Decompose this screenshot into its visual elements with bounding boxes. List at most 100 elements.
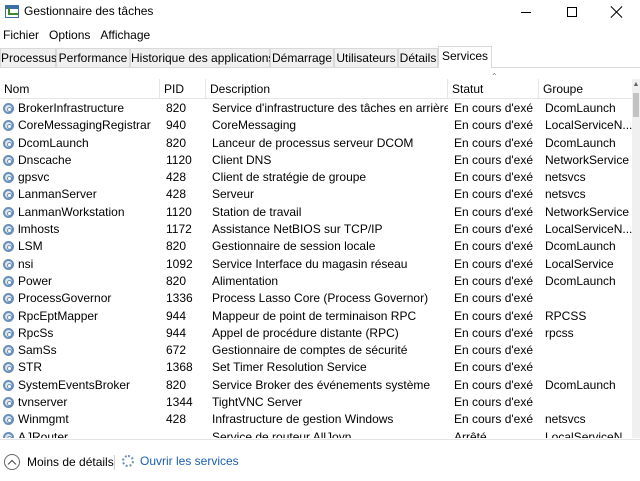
table-row[interactable]: nsi 1092 Service Interface du magasin rése… xyxy=(0,256,632,273)
less-details-button[interactable]: Moins de détails xyxy=(4,454,114,470)
chevron-up-icon xyxy=(4,454,20,470)
footer-bar: Moins de détails Ouvrir les services xyxy=(0,439,640,481)
service-gear-icon xyxy=(3,206,14,218)
table-row[interactable]: STR 1368 Set Timer Resolution Service En co… xyxy=(0,359,632,376)
service-status: Arrêté xyxy=(454,429,487,438)
footer-divider xyxy=(114,455,115,470)
service-description: Appel de procédure distante (RPC) xyxy=(212,325,399,340)
column-header-pid[interactable]: PID xyxy=(160,79,206,99)
service-name: ProcessGovernor xyxy=(18,291,112,306)
tab-performance[interactable]: Performance xyxy=(56,48,130,67)
service-pid: 1368 xyxy=(166,360,193,375)
service-gear-icon xyxy=(3,345,14,357)
service-pid: 820 xyxy=(166,101,187,115)
table-row[interactable]: DcomLaunch 820 Lanceur de processus serveu… xyxy=(0,135,632,152)
service-name: LSM xyxy=(18,239,43,254)
service-status: En cours d'exé... xyxy=(454,204,534,219)
service-pid: 428 xyxy=(166,187,187,202)
service-pid: 944 xyxy=(166,325,187,340)
service-name: STR xyxy=(18,360,42,375)
service-pid: 428 xyxy=(166,412,187,427)
service-name: CoreMessagingRegistrar xyxy=(18,118,151,133)
table-row[interactable]: gpsvc 428 Client de stratégie de groupe En … xyxy=(0,169,632,186)
minimize-button[interactable] xyxy=(503,0,549,24)
service-gear-icon xyxy=(3,310,14,322)
service-gear-icon xyxy=(3,379,14,391)
table-row[interactable]: BrokerInfrastructure 820 Service d'infrast… xyxy=(0,100,632,117)
scrollbar-thumb[interactable] xyxy=(633,93,639,117)
service-name: Power xyxy=(18,273,53,288)
service-group: DcomLaunch xyxy=(545,239,616,254)
service-description: Mappeur de point de terminaison RPC xyxy=(212,308,417,323)
tab-details[interactable]: Détails xyxy=(398,48,438,67)
service-description: Assistance NetBIOS sur TCP/IP xyxy=(212,222,383,237)
table-row[interactable]: SystemEventsBroker 820 Service Broker des … xyxy=(0,377,632,394)
table-row[interactable]: LanmanServer 428 Serveur En cours d'exé... n… xyxy=(0,186,632,203)
close-button[interactable] xyxy=(594,0,640,24)
column-header-nom[interactable]: Nom xyxy=(0,79,160,99)
table-row[interactable]: LanmanWorkstation 1120 Station de travail E… xyxy=(0,204,632,221)
service-description: Process Lasso Core (Process Governor) xyxy=(212,291,429,306)
menu-options[interactable]: Options xyxy=(46,26,95,44)
open-services-link[interactable]: Ouvrir les services xyxy=(122,454,239,468)
service-description: Lanceur de processus serveur DCOM xyxy=(212,135,414,150)
service-gear-icon xyxy=(3,224,14,236)
service-group: NetworkService xyxy=(545,204,630,219)
table-row[interactable]: RpcEptMapper 944 Mappeur de point de termi… xyxy=(0,308,632,325)
tab-processus[interactable]: Processus xyxy=(0,48,57,67)
table-row[interactable]: tvnserver 1344 TightVNC Server En cours d'e… xyxy=(0,394,632,411)
service-status: En cours d'exé... xyxy=(454,273,534,288)
service-pid: 820 xyxy=(166,273,187,288)
close-icon xyxy=(611,6,623,18)
table-row[interactable]: SamSs 672 Gestionnaire de comptes de sécur… xyxy=(0,342,632,359)
table-row[interactable]: ProcessGovernor 1336 Process Lasso Core (P… xyxy=(0,290,632,307)
table-row[interactable]: lmhosts 1172 Assistance NetBIOS sur TCP/IP… xyxy=(0,221,632,238)
service-gear-icon xyxy=(3,120,14,132)
service-pid: 1172 xyxy=(166,222,192,237)
service-name: tvnserver xyxy=(18,395,68,410)
service-status: En cours d'exé... xyxy=(454,395,534,410)
column-header-groupe[interactable]: Groupe xyxy=(539,79,632,99)
table-row[interactable]: AJRouter Service de routeur AllJoyn Arrêté… xyxy=(0,429,632,438)
maximize-button[interactable] xyxy=(549,0,595,24)
service-status: En cours d'exé... xyxy=(454,325,534,340)
service-group: LocalServiceN... xyxy=(545,118,632,133)
open-services-label: Ouvrir les services xyxy=(140,454,239,468)
column-header-statut[interactable]: Statut xyxy=(448,79,539,99)
service-name: SystemEventsBroker xyxy=(18,377,131,392)
service-description: Service de routeur AllJoyn xyxy=(212,429,352,438)
service-description: Service Interface du magasin réseau xyxy=(212,256,408,271)
column-header-description[interactable]: Description xyxy=(206,79,448,99)
table-row[interactable]: RpcSs 944 Appel de procédure distante (RPC… xyxy=(0,325,632,342)
service-pid: 1336 xyxy=(166,291,193,306)
service-status: En cours d'exé... xyxy=(454,308,534,323)
services-gear-icon xyxy=(122,455,134,467)
service-group: DcomLaunch xyxy=(545,101,616,115)
service-group: LocalServiceN... xyxy=(545,429,632,438)
service-name: lmhosts xyxy=(18,222,60,237)
service-group: netsvcs xyxy=(545,187,586,202)
table-row[interactable]: CoreMessagingRegistrar 940 CoreMessaging En… xyxy=(0,117,632,134)
service-name: DcomLaunch xyxy=(18,135,89,150)
tab-demarrage[interactable]: Démarrage xyxy=(270,48,334,67)
table-row[interactable]: LSM 820 Gestionnaire de session locale En c… xyxy=(0,238,632,255)
menu-affichage[interactable]: Affichage xyxy=(97,26,155,44)
scroll-up-icon[interactable]: ▲ xyxy=(632,79,640,91)
vertical-scrollbar[interactable]: ▲ xyxy=(632,79,640,438)
tab-utilisateurs[interactable]: Utilisateurs xyxy=(334,48,398,67)
service-description: Gestionnaire de comptes de sécurité xyxy=(212,343,408,358)
table-row[interactable]: Dnscache 1120 Client DNS En cours d'exé... N… xyxy=(0,152,632,169)
service-gear-icon xyxy=(3,431,14,438)
service-name: SamSs xyxy=(18,343,57,358)
menu-fichier[interactable]: Fichier xyxy=(0,26,44,44)
service-pid: 1344 xyxy=(166,395,193,410)
tab-historique[interactable]: Historique des applications xyxy=(130,48,274,67)
service-description: TightVNC Server xyxy=(212,395,303,410)
table-row[interactable]: Winmgmt 428 Infrastructure de gestion Wind… xyxy=(0,411,632,428)
service-pid: 428 xyxy=(166,170,187,185)
service-gear-icon xyxy=(3,154,14,166)
table-row[interactable]: Power 820 Alimentation En cours d'exé... Dco… xyxy=(0,273,632,290)
service-group: netsvcs xyxy=(545,412,586,427)
service-status: En cours d'exé... xyxy=(454,170,534,185)
tab-services[interactable]: Services xyxy=(438,46,492,68)
